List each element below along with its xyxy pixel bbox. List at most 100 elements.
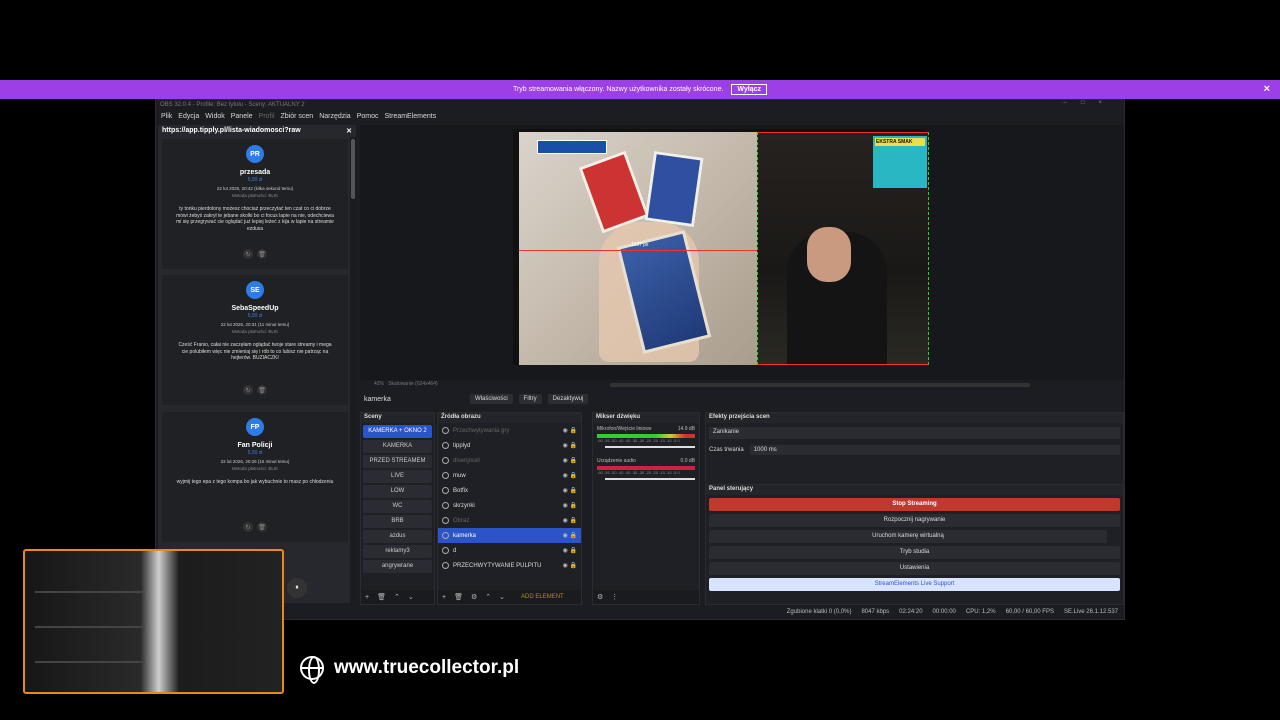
- cards-camera-feed: 1137 px: [519, 132, 764, 365]
- menu-docks[interactable]: Panele: [231, 113, 253, 122]
- window-title: OBS 32.0.4 - Profile: Bez tytułu - Sceny…: [156, 100, 1124, 111]
- replay-icon[interactable]: ↻: [243, 522, 253, 532]
- visibility-icon: ◉ 🔒: [562, 458, 577, 464]
- pause-icon[interactable]: ⏸: [287, 578, 307, 598]
- visibility-icon: ◉ 🔒: [562, 488, 577, 494]
- scene-item[interactable]: azdus: [363, 530, 432, 543]
- properties-button[interactable]: Właściwości: [470, 394, 513, 404]
- menu-help[interactable]: Pomoc: [357, 113, 379, 122]
- avatar: PR: [246, 145, 264, 163]
- zoom-level[interactable]: 42%: [374, 381, 384, 387]
- source-item[interactable]: kamerka ◉ 🔒: [438, 528, 581, 543]
- delete-icon[interactable]: 🗑: [257, 522, 267, 532]
- virtual-camera-button[interactable]: Uruchom kamerę wirtualną: [709, 530, 1107, 543]
- donation-message: wyjmij tego epa z tego kompa bo jak wybu…: [176, 479, 334, 485]
- settings-button[interactable]: Ustawienia: [709, 562, 1120, 575]
- scene-item[interactable]: angrywrane: [363, 560, 432, 573]
- payment-method: Metoda płatności: BLIK: [231, 329, 279, 334]
- visibility-icon: ◉ 🔒: [562, 443, 577, 449]
- website-url: www.truecollector.pl: [334, 657, 520, 678]
- delete-icon[interactable]: 🗑: [257, 249, 267, 259]
- menu-bar: Plik Edycja Widok Panele Profil Zbiór sc…: [156, 111, 1124, 124]
- transitions-dock: Efekty przejścia scen Zanikanie Czas trw…: [705, 412, 1124, 485]
- source-item[interactable]: Obraz ◉ 🔒: [438, 513, 581, 528]
- source-item[interactable]: Przechwytywania gry ◉ 🔒: [438, 423, 581, 438]
- mic-channel: Mikrofon/Wejście liniowe 14.9 dB -60 -55…: [597, 426, 695, 448]
- up-icon[interactable]: ⌃: [485, 593, 491, 601]
- volume-slider[interactable]: [605, 446, 695, 448]
- donor-name: SebaSpeedUp: [231, 305, 279, 312]
- preview-area[interactable]: 1137 px EKSTRA SMAK: [360, 125, 1124, 380]
- start-recording-button[interactable]: Rozpocznij nagrywanie: [709, 514, 1120, 527]
- menu-view[interactable]: Widok: [205, 113, 224, 122]
- scaling-info: Skalowanie (624x464): [388, 381, 438, 387]
- banner-text: Tryb streamowania włączony. Nazwy użytko…: [512, 86, 724, 93]
- source-item[interactable]: d ◉ 🔒: [438, 543, 581, 558]
- window-controls[interactable]: –□×: [1064, 100, 1116, 106]
- scene-item[interactable]: KAMERKA + OKNO 2: [363, 425, 432, 438]
- source-item[interactable]: muw ◉ 🔒: [438, 468, 581, 483]
- source-item[interactable]: skrzynki ◉ 🔒: [438, 498, 581, 513]
- donation-message: ty tonku pierdolony możesz chociaż przec…: [176, 206, 334, 232]
- scene-item[interactable]: KAMERKA: [363, 440, 432, 453]
- tipply-browser-dock: https://app.tipply.pl/lista-wiadomosci?r…: [158, 125, 356, 603]
- visibility-icon: ◉ 🔒: [562, 428, 577, 434]
- close-icon[interactable]: ×: [1264, 83, 1270, 95]
- add-icon[interactable]: +: [442, 594, 446, 601]
- preview-zoom-bar: 42% Skalowanie (624x464): [360, 380, 1124, 390]
- studio-mode-button[interactable]: Tryb studia: [709, 546, 1120, 559]
- down-icon[interactable]: ⌄: [408, 593, 414, 601]
- tipply-url: https://app.tipply.pl/lista-wiadomosci?r…: [162, 127, 301, 134]
- close-icon[interactable]: ✕: [346, 127, 352, 135]
- duration-label: Czas trwania: [709, 447, 744, 453]
- disable-streaming-mode-button[interactable]: Wyłącz: [731, 84, 768, 95]
- brand-logo: [537, 140, 607, 154]
- gear-icon[interactable]: ⚙: [471, 593, 477, 601]
- visibility-icon: ◉ 🔒: [562, 563, 577, 569]
- transition-select[interactable]: Zanikanie: [709, 427, 1120, 439]
- add-icon[interactable]: +: [365, 594, 369, 601]
- replay-icon[interactable]: ↻: [243, 385, 253, 395]
- scene-item[interactable]: WC: [363, 500, 432, 513]
- source-item[interactable]: Botfix ◉ 🔒: [438, 483, 581, 498]
- menu-profile[interactable]: Profil: [259, 113, 275, 122]
- delete-icon[interactable]: 🗑: [454, 593, 463, 601]
- menu-streamelements[interactable]: StreamElements: [385, 113, 437, 122]
- source-toolbar: kamerka Właściwości Filtry Dezaktywuj: [360, 391, 1124, 407]
- more-icon[interactable]: ⋮: [611, 593, 618, 601]
- duration-input[interactable]: 1000 ms: [749, 445, 1120, 455]
- volume-slider[interactable]: [605, 478, 695, 480]
- stop-streaming-button[interactable]: Stop Streaming: [709, 498, 1120, 511]
- scene-item[interactable]: LOW: [363, 485, 432, 498]
- horizontal-scrollbar[interactable]: [610, 383, 1030, 387]
- menu-file[interactable]: Plik: [161, 113, 172, 122]
- delete-icon[interactable]: 🗑: [377, 593, 386, 601]
- delete-icon[interactable]: 🗑: [257, 385, 267, 395]
- menu-edit[interactable]: Edycja: [178, 113, 199, 122]
- scene-item[interactable]: PRZED STREAMEM: [363, 455, 432, 468]
- scene-item[interactable]: reklamy3: [363, 545, 432, 558]
- selection-box[interactable]: [757, 132, 929, 365]
- scrollbar[interactable]: [350, 137, 356, 603]
- webcam-overlay: ⏸: [23, 549, 307, 694]
- source-item[interactable]: PRZECHWYTYWANIE PULPITU ◉ 🔒: [438, 558, 581, 573]
- sources-dock: Źródła obrazu Przechwytywania gry ◉ 🔒 tip…: [437, 412, 582, 605]
- replay-icon[interactable]: ↻: [243, 249, 253, 259]
- up-icon[interactable]: ⌃: [394, 593, 400, 601]
- desktop-audio-channel: Urządzenie audio 0.0 dB -60 -55 -50 -45 …: [597, 458, 695, 480]
- donation-card: FP Fan Policji 5,00 zł 22 lut 2026, 20:2…: [162, 412, 348, 542]
- add-element-button[interactable]: ADD ELEMENT: [521, 594, 564, 600]
- menu-scene-collection[interactable]: Zbiór scen: [281, 113, 314, 122]
- down-icon[interactable]: ⌄: [499, 593, 505, 601]
- scene-item[interactable]: BRB: [363, 515, 432, 528]
- streamelements-support-button[interactable]: StreamElements Live Support: [709, 578, 1120, 591]
- scene-item[interactable]: LIVE: [363, 470, 432, 483]
- deactivate-button[interactable]: Dezaktywuj: [547, 394, 589, 404]
- source-item[interactable]: tipplyd ◉ 🔒: [438, 438, 581, 453]
- source-item[interactable]: disenjocel ◉ 🔒: [438, 453, 581, 468]
- preview-canvas[interactable]: 1137 px EKSTRA SMAK: [513, 129, 929, 365]
- transitions-title: Efekty przejścia scen: [706, 413, 1123, 423]
- gear-icon[interactable]: ⚙: [597, 593, 603, 601]
- filters-button[interactable]: Filtry: [518, 394, 542, 404]
- menu-tools[interactable]: Narzędzia: [319, 113, 351, 122]
